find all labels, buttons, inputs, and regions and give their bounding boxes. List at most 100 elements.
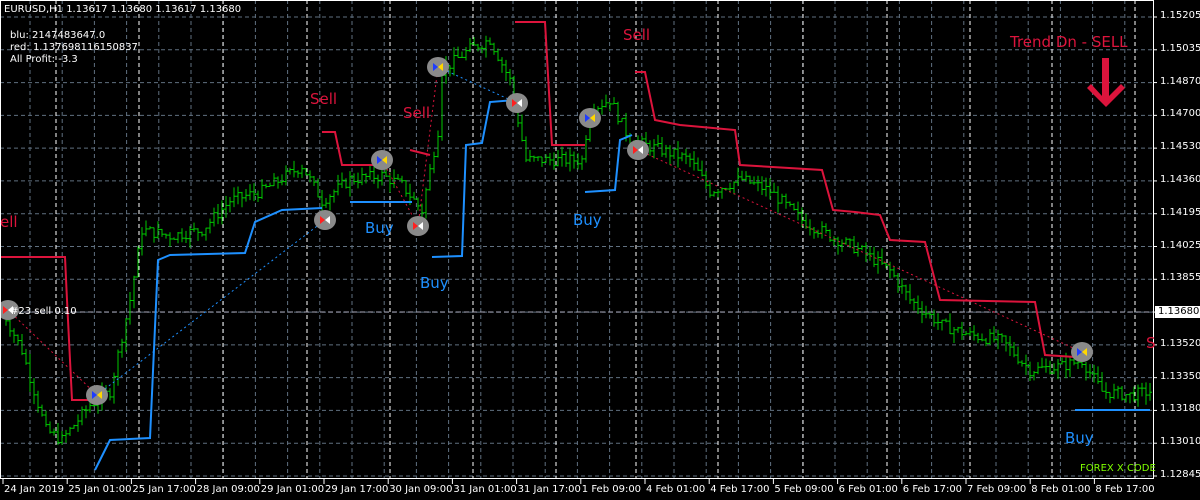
price-bar	[180, 228, 184, 243]
price-bar	[396, 174, 400, 180]
price-bar	[1056, 359, 1060, 380]
buy-stop-line	[584, 134, 633, 193]
price-bar	[272, 173, 276, 187]
price-bar	[332, 189, 336, 203]
price-bar	[532, 155, 536, 162]
price-bar	[196, 228, 200, 241]
x-tick-label: 1 Feb 09:00	[581, 484, 642, 495]
buy-trade-marker	[1071, 342, 1093, 362]
buy-signal: Buy	[420, 274, 449, 292]
price-bar	[700, 160, 704, 177]
price-bar	[656, 134, 660, 148]
y-tick-label: 1.13180	[1160, 403, 1200, 415]
price-bar	[1120, 386, 1124, 401]
price-bar	[520, 114, 524, 142]
price-bar	[836, 236, 840, 255]
current-price-label: 1.13680	[1155, 306, 1200, 318]
price-bar	[900, 278, 904, 294]
price-bar	[348, 171, 352, 197]
price-bar	[716, 189, 720, 198]
price-bar	[12, 328, 16, 343]
sell-stop-line	[515, 21, 585, 146]
price-bar	[1036, 362, 1040, 375]
price-bar	[1020, 360, 1024, 367]
x-tick-label: 31 Jan 01:00	[453, 484, 517, 495]
price-bar	[760, 176, 764, 196]
y-tick-label: 1.13010	[1160, 436, 1200, 448]
price-bar	[560, 146, 564, 167]
price-bar	[240, 191, 244, 208]
price-bar	[456, 46, 460, 58]
price-bar	[580, 155, 584, 170]
price-chart[interactable]	[0, 0, 1200, 500]
price-bar	[268, 182, 272, 187]
price-bar	[668, 145, 672, 165]
price-bar	[772, 182, 776, 193]
price-bar	[152, 227, 156, 243]
trend-label: Trend Dn - SELL	[1010, 33, 1128, 51]
symbol-header: EURUSD,H1 1.13617 1.13680 1.13617 1.1368…	[4, 4, 242, 15]
sell-trade-marker	[506, 93, 528, 113]
price-bar	[428, 163, 432, 191]
price-bar	[812, 226, 816, 239]
buy-trade-marker	[427, 57, 449, 77]
price-bar	[544, 154, 548, 163]
price-bar	[880, 248, 884, 265]
price-bar	[1128, 392, 1132, 404]
price-bar	[1088, 364, 1092, 379]
price-bar	[256, 190, 260, 203]
x-tick-label: 6 Feb 01:00	[838, 484, 898, 495]
price-bar	[980, 333, 984, 342]
price-bar	[1008, 335, 1012, 356]
y-tick-label: 1.14530	[1160, 141, 1200, 153]
sell-signal: Sell	[403, 104, 431, 122]
price-bar	[44, 410, 48, 427]
price-bar	[740, 170, 744, 181]
price-bar	[244, 188, 248, 202]
price-bar	[528, 149, 532, 162]
price-bar	[120, 338, 124, 358]
price-bar	[176, 232, 180, 244]
x-tick-label: 8 Feb 17:00	[1095, 484, 1155, 495]
x-tick-label: 30 Jan 09:00	[389, 484, 453, 495]
x-tick-label: 29 Jan 17:00	[325, 484, 389, 495]
buy-trade-marker	[579, 108, 601, 128]
info-profit: All Profit: -3.3	[10, 54, 78, 65]
price-bar	[1048, 360, 1052, 375]
y-tick-label: 1.14700	[1160, 108, 1200, 120]
price-bar	[908, 284, 912, 304]
price-bar	[524, 136, 528, 163]
y-tick-label: 1.14025	[1160, 239, 1200, 251]
price-bar	[736, 167, 740, 187]
price-bar	[168, 232, 172, 247]
price-bar	[344, 178, 348, 189]
price-bar	[156, 221, 160, 239]
price-bar	[1044, 358, 1048, 373]
price-bar	[232, 187, 236, 208]
x-tick-label: 4 Feb 01:00	[646, 484, 706, 495]
price-bar	[732, 181, 736, 195]
price-bar	[1012, 341, 1016, 358]
price-bar	[956, 326, 960, 333]
price-bar	[756, 175, 760, 192]
price-bar	[172, 237, 176, 240]
price-bar	[388, 172, 392, 193]
price-bar	[32, 378, 36, 405]
price-bar	[852, 235, 856, 254]
grid	[0, 0, 1157, 484]
price-bar	[796, 201, 800, 221]
price-bar	[1100, 371, 1104, 392]
price-bar	[616, 101, 620, 125]
price-bar	[360, 167, 364, 186]
price-bar	[556, 150, 560, 167]
price-bar	[1148, 382, 1152, 401]
price-bar	[840, 239, 844, 252]
trade-connector-line	[637, 149, 1083, 353]
x-tick-label: 5 Feb 09:00	[774, 484, 834, 495]
price-bar	[672, 148, 676, 159]
price-bar	[264, 183, 268, 189]
price-bar	[1004, 335, 1008, 352]
price-bar	[1096, 366, 1100, 384]
trade-connector-line	[7, 309, 98, 396]
trade-label[interactable]: #23 sell 0.10	[10, 306, 77, 317]
